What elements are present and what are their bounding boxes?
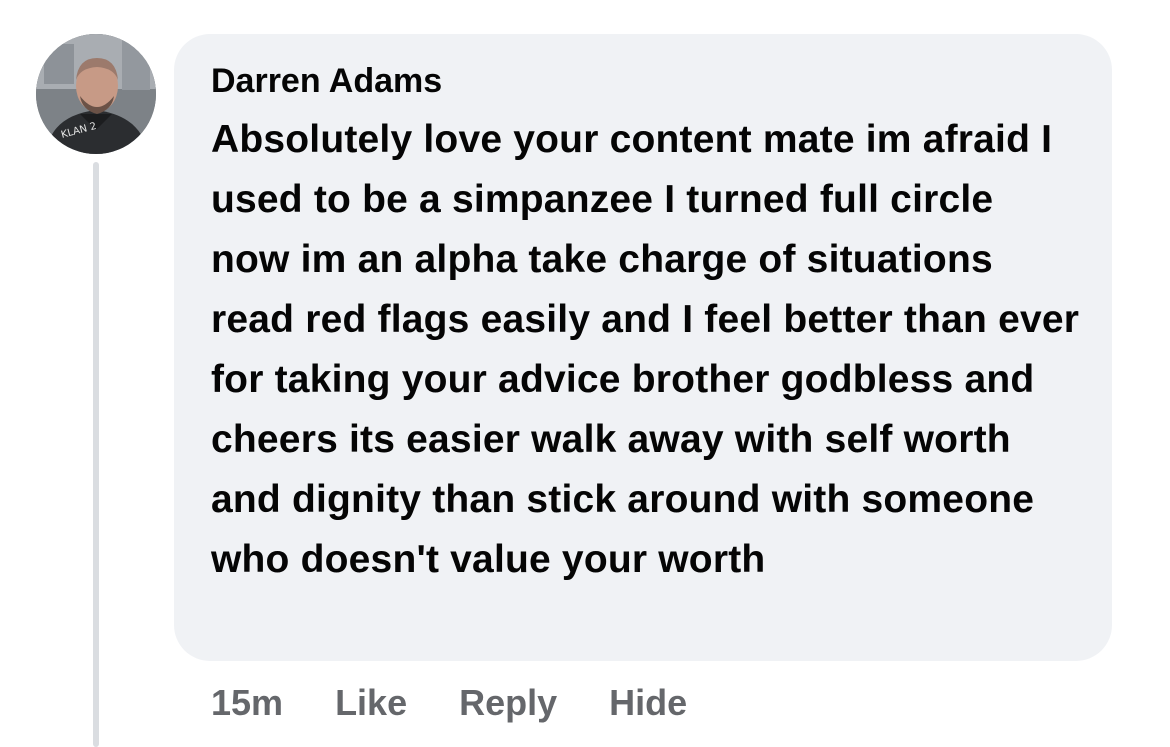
comment-text: Absolutely love your content mate im afr… — [211, 118, 1080, 581]
comment-actions: 15m Like Reply Hide — [211, 678, 739, 728]
reply-button[interactable]: Reply — [459, 682, 557, 724]
like-button[interactable]: Like — [335, 682, 407, 724]
comment-timestamp[interactable]: 15m — [211, 682, 283, 724]
reply-thread-line — [93, 162, 99, 747]
profile-photo-icon: KLAN 2 — [36, 34, 156, 154]
avatar[interactable]: KLAN 2 — [36, 34, 156, 154]
comment-author[interactable]: Darren Adams — [211, 60, 1082, 102]
comment-bubble: Darren Adams Absolutely love your conten… — [174, 34, 1112, 661]
hide-button[interactable]: Hide — [609, 682, 687, 724]
